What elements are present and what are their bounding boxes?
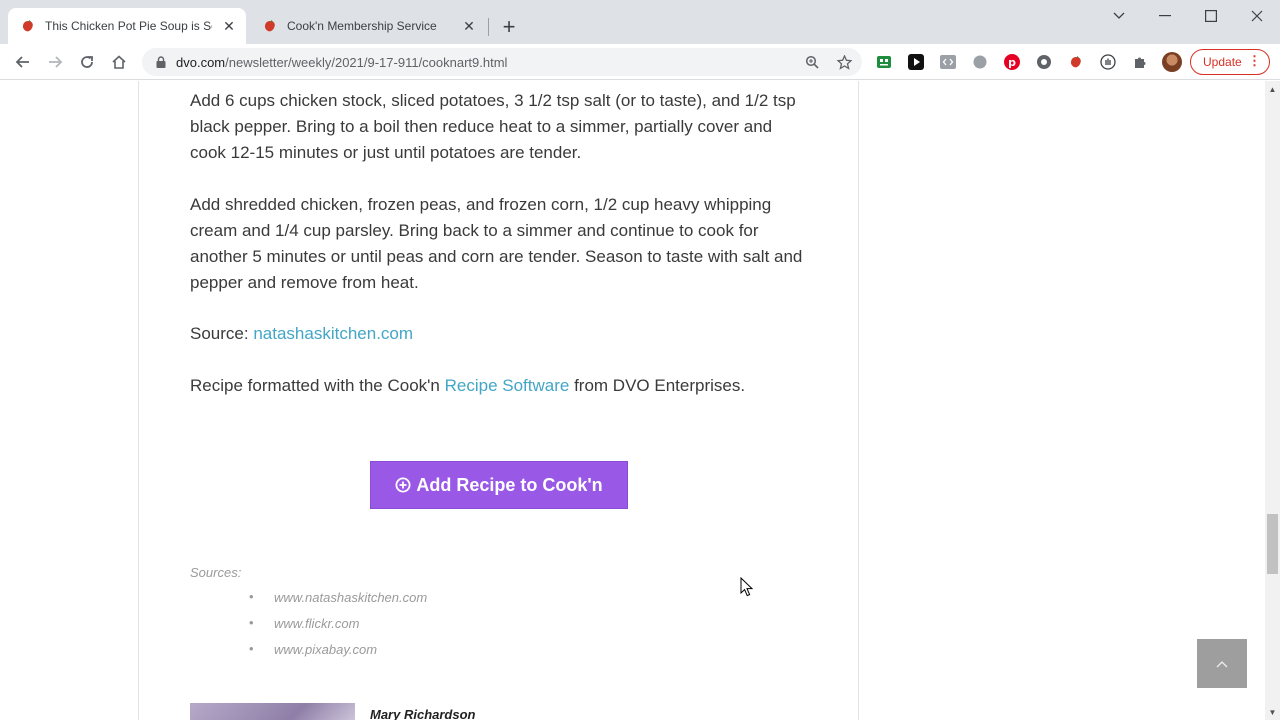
scrollbar-thumb[interactable] — [1267, 514, 1278, 574]
update-label: Update — [1203, 55, 1242, 69]
article-column: Add 6 cups chicken stock, sliced potatoe… — [138, 81, 859, 720]
new-tab-button[interactable]: + — [497, 15, 521, 39]
chevron-up-icon — [1216, 660, 1228, 667]
cookn-strawberry-icon[interactable] — [1068, 54, 1084, 70]
update-button[interactable]: Update ⋮ — [1190, 49, 1270, 75]
chevron-down-icon[interactable] — [1096, 0, 1142, 32]
puzzle-extensions-icon[interactable] — [1132, 54, 1148, 70]
source-link[interactable]: natashaskitchen.com — [253, 324, 413, 343]
scroll-up-arrow-icon[interactable]: ▲ — [1265, 81, 1280, 97]
browser-toolbar: dvo.com/newsletter/weekly/2021/9-17-911/… — [0, 44, 1280, 80]
cookn-strawberry-icon — [262, 18, 278, 34]
green-extension-icon[interactable] — [876, 54, 892, 70]
back-arrow-icon[interactable] — [9, 48, 37, 76]
source-line: Source: natashaskitchen.com — [190, 321, 805, 347]
bookmark-star-icon[interactable] — [836, 54, 852, 70]
source-prefix: Source: — [190, 324, 249, 343]
add-recipe-button[interactable]: Add Recipe to Cook'n — [370, 461, 628, 509]
recipe-software-link[interactable]: Recipe Software — [445, 376, 570, 395]
cookn-strawberry-icon — [20, 18, 36, 34]
code-extension-icon[interactable] — [940, 54, 956, 70]
tab-title: This Chicken Pot Pie Soup is So C — [45, 19, 212, 33]
kebab-menu-icon[interactable]: ⋮ — [1248, 54, 1261, 67]
zoom-icon[interactable] — [804, 54, 820, 70]
lock-icon[interactable] — [154, 55, 168, 69]
url-path: /newsletter/weekly/2021/9-17-911/cooknar… — [225, 54, 508, 70]
formatted-credit-line: Recipe formatted with the Cook'n Recipe … — [190, 373, 805, 399]
forward-arrow-icon[interactable] — [41, 48, 69, 76]
close-icon[interactable] — [1234, 0, 1280, 32]
tab-chicken-pot-pie[interactable]: This Chicken Pot Pie Soup is So C ✕ — [8, 8, 246, 44]
profile-avatar[interactable] — [1162, 52, 1182, 72]
mouse-cursor-icon — [740, 577, 754, 597]
home-icon[interactable] — [105, 48, 133, 76]
tab-divider — [488, 18, 489, 36]
minimize-icon[interactable] — [1142, 0, 1188, 32]
scroll-down-arrow-icon[interactable]: ▼ — [1265, 704, 1280, 720]
author-photo — [190, 703, 355, 720]
close-tab-icon[interactable]: ✕ — [460, 17, 478, 35]
page-scrollbar[interactable]: ▲ ▼ — [1265, 81, 1280, 720]
maximize-icon[interactable] — [1188, 0, 1234, 32]
page-viewport: Add 6 cups chicken stock, sliced potatoe… — [0, 81, 1265, 720]
instruction-step-paragraph: Add shredded chicken, frozen peas, and f… — [190, 195, 803, 292]
url-domain: dvo.com — [176, 54, 226, 70]
svg-text:p: p — [1008, 56, 1016, 69]
add-recipe-label: Add Recipe to Cook'n — [416, 474, 603, 495]
tab-cookn-membership[interactable]: Cook'n Membership Service ✕ — [250, 8, 486, 44]
source-list-item: www.natashaskitchen.com — [249, 589, 427, 616]
plus-circle-icon — [395, 477, 411, 493]
sources-label: Sources: — [190, 565, 242, 580]
sources-list: www.natashaskitchen.com www.flickr.com w… — [249, 589, 427, 668]
tab-title: Cook'n Membership Service — [287, 19, 437, 33]
source-list-item: www.pixabay.com — [249, 641, 427, 668]
close-tab-icon[interactable]: ✕ — [220, 17, 238, 35]
source-list-item: www.flickr.com — [249, 615, 427, 642]
play-extension-icon[interactable] — [908, 54, 924, 70]
author-name: Mary Richardson — [370, 707, 476, 720]
credit-prefix: Recipe formatted with the Cook'n — [190, 376, 440, 395]
pinterest-icon[interactable]: p — [1004, 54, 1020, 70]
scroll-to-top-button[interactable] — [1197, 639, 1247, 688]
credit-suffix: from DVO Enterprises. — [574, 376, 746, 395]
instruction-step-paragraph: Add 6 cups chicken stock, sliced potatoe… — [190, 91, 796, 162]
hand-extension-icon[interactable] — [1100, 54, 1116, 70]
gray-circle-extension-icon[interactable] — [972, 54, 988, 70]
reload-icon[interactable] — [73, 48, 101, 76]
url-text: dvo.com/newsletter/weekly/2021/9-17-911/… — [176, 55, 507, 70]
address-bar[interactable]: dvo.com/newsletter/weekly/2021/9-17-911/… — [142, 48, 862, 76]
camera-extension-icon[interactable] — [1036, 54, 1052, 70]
tab-strip: This Chicken Pot Pie Soup is So C ✕ Cook… — [0, 0, 1280, 44]
